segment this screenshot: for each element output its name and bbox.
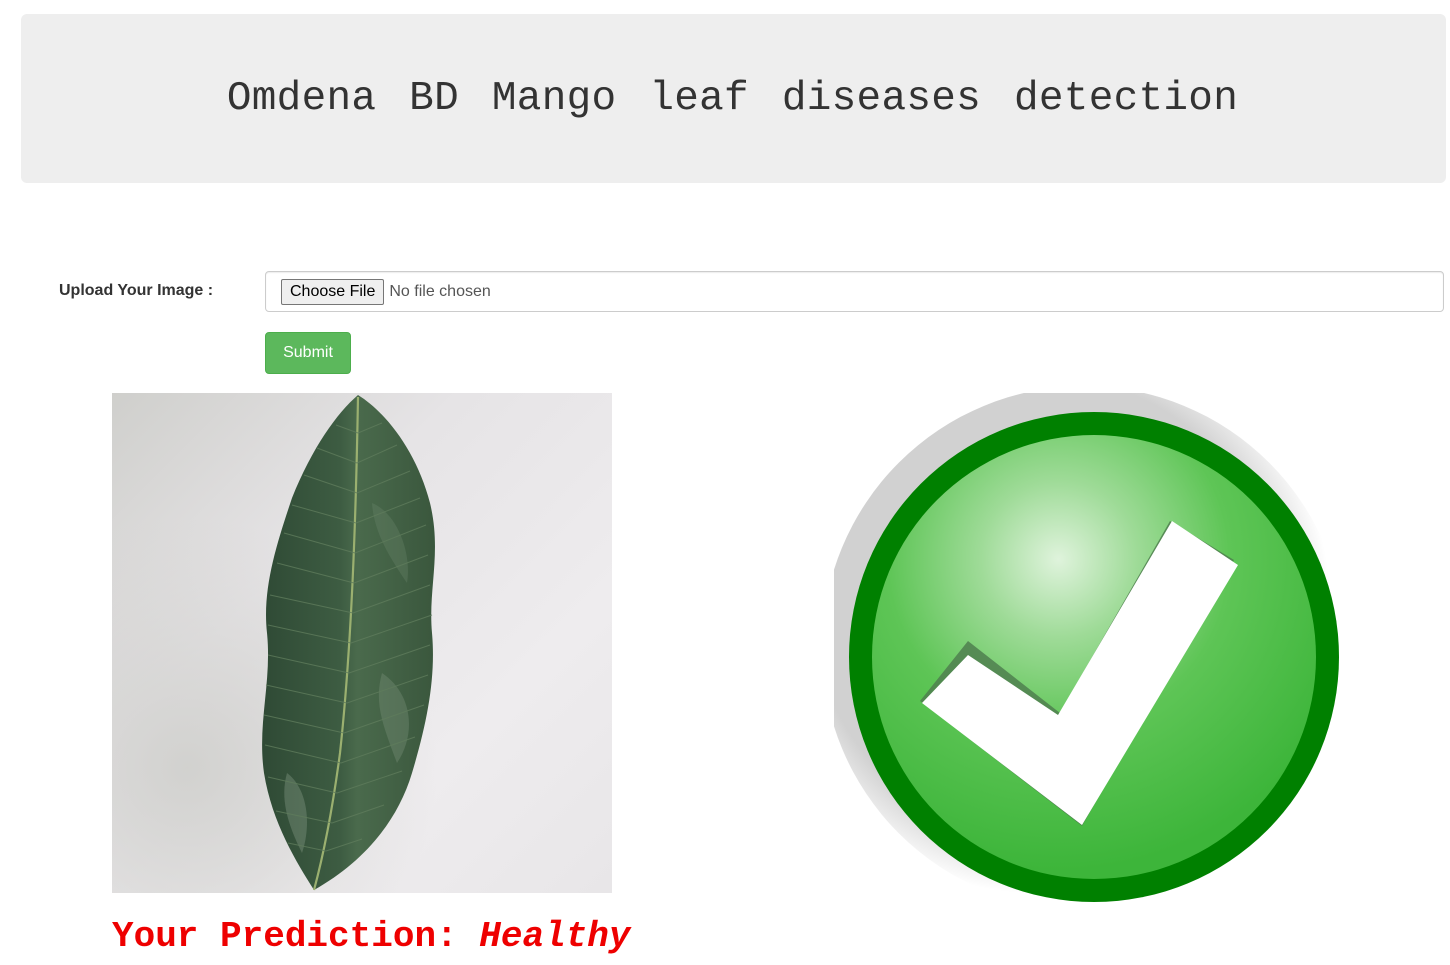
check-mark-icon	[834, 393, 1344, 903]
uploaded-leaf-image	[112, 393, 612, 893]
prediction-label: Your Prediction:	[112, 916, 458, 957]
file-input[interactable]: Choose File No file chosen	[265, 271, 1444, 312]
submit-button[interactable]: Submit	[265, 332, 351, 374]
choose-file-button[interactable]: Choose File	[281, 278, 385, 305]
prediction-text: Your Prediction: Healthy	[112, 914, 631, 960]
page-title: Omdena BD Mango leaf diseases detection	[226, 75, 1239, 122]
header-banner: Omdena BD Mango leaf diseases detection	[21, 14, 1446, 183]
upload-label: Upload Your Image :	[59, 282, 214, 299]
prediction-value: Healthy	[479, 916, 631, 957]
file-status-text: No file chosen	[389, 282, 491, 300]
